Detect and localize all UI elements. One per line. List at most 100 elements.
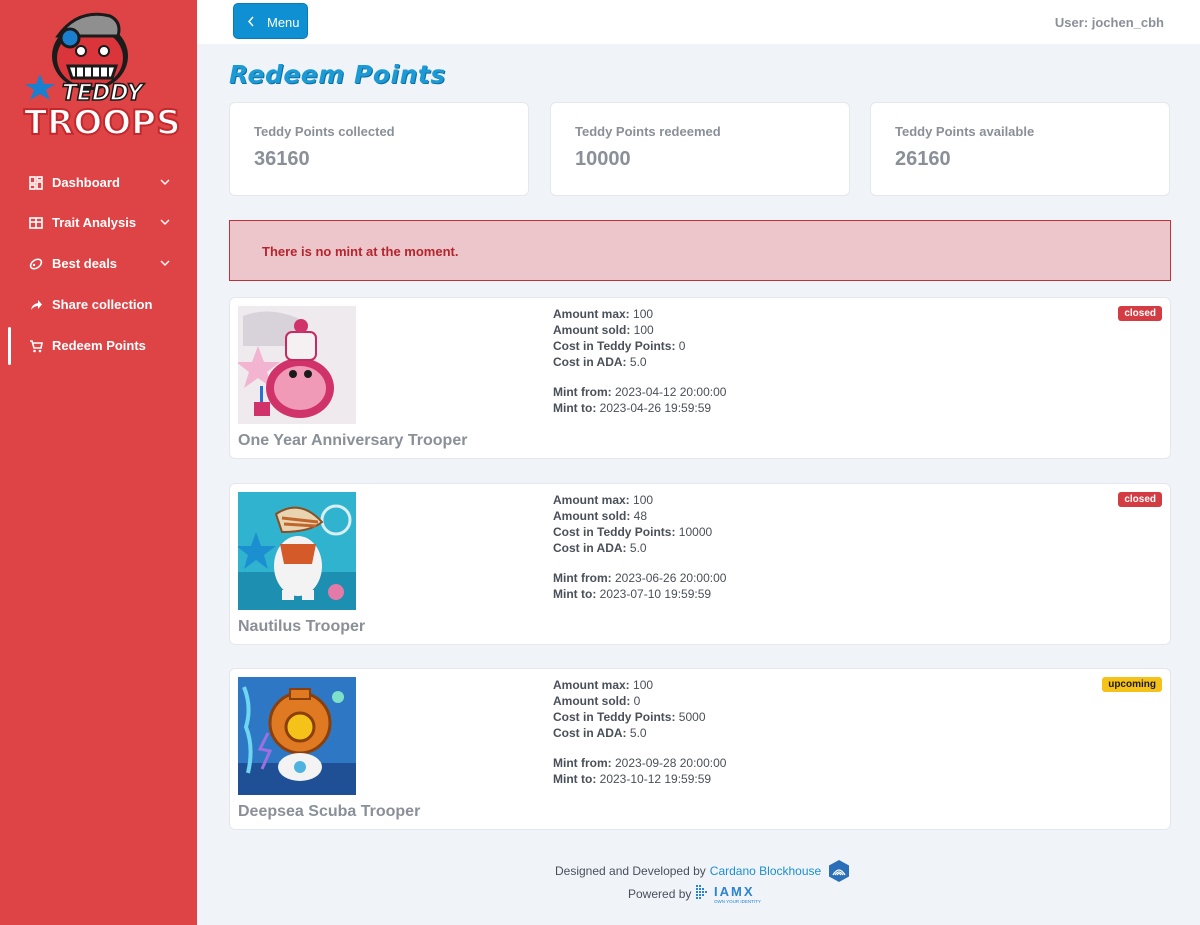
mint-details: Amount max: 100 Amount sold: 48 Cost in … (553, 492, 726, 602)
cardano-blockhouse-link[interactable]: Cardano Blockhouse (710, 864, 821, 878)
deals-icon (29, 258, 43, 270)
mint-from-label: Mint from: (553, 385, 612, 399)
footer-powered-text: Powered by (628, 887, 692, 901)
status-badge: upcoming (1102, 677, 1162, 692)
stat-card-collected: Teddy Points collected 36160 (229, 102, 529, 196)
cost-points-row: Cost in Teddy Points: 10000 (553, 524, 726, 540)
mint-card-deepsea: Deepsea Scuba Trooper Amount max: 100 Am… (229, 668, 1171, 830)
sidebar-item-dashboard[interactable]: Dashboard (0, 164, 197, 202)
mint-name: One Year Anniversary Trooper (238, 432, 468, 449)
amount-sold-label: Amount sold: (553, 694, 631, 708)
mint-details: Amount max: 100 Amount sold: 100 Cost in… (553, 306, 726, 416)
amount-max-row: Amount max: 100 (553, 306, 726, 322)
cost-ada-label: Cost in ADA: (553, 726, 627, 740)
mint-to-value: 2023-10-12 19:59:59 (599, 772, 712, 786)
mint-from-value: 2023-04-12 20:00:00 (615, 385, 727, 399)
sidebar: TEDDY TROOPS Dashboard Trait Analysis Be… (0, 0, 197, 925)
share-icon (31, 300, 42, 310)
cost-points-value: 10000 (678, 525, 713, 539)
cost-ada-row: Cost in ADA: 5.0 (553, 540, 726, 556)
status-badge: closed (1118, 306, 1162, 321)
mint-from-row: Mint from: 2023-04-12 20:00:00 (553, 384, 726, 400)
table-icon (29, 217, 43, 229)
stat-value: 36160 (254, 148, 310, 170)
stat-label: Teddy Points redeemed (575, 124, 721, 139)
amount-sold-row: Amount sold: 100 (553, 322, 726, 338)
sidebar-item-share-collection[interactable]: Share collection (0, 286, 197, 324)
mint-name: Deepsea Scuba Trooper (238, 803, 421, 820)
amount-max-row: Amount max: 100 (553, 677, 726, 693)
teddy-troops-logo[interactable]: TEDDY TROOPS (18, 6, 180, 144)
mint-from-value: 2023-09-28 20:00:00 (615, 756, 727, 770)
mint-to-label: Mint to: (553, 772, 597, 786)
mint-to-row: Mint to: 2023-10-12 19:59:59 (553, 771, 726, 787)
mint-to-row: Mint to: 2023-07-10 19:59:59 (553, 586, 726, 602)
stat-label: Teddy Points available (895, 124, 1035, 139)
amount-max-label: Amount max: (553, 307, 630, 321)
stat-card-available: Teddy Points available 26160 (870, 102, 1170, 196)
alert-text: There is no mint at the moment. (262, 244, 459, 259)
sidebar-item-label: Dashboard (52, 175, 120, 190)
sidebar-item-label: Share collection (52, 297, 153, 312)
mint-from-row: Mint from: 2023-09-28 20:00:00 (553, 755, 726, 771)
cost-points-row: Cost in Teddy Points: 5000 (553, 709, 726, 725)
amount-sold-value: 48 (633, 509, 648, 523)
cost-points-value: 0 (678, 339, 686, 353)
iamx-logo-icon[interactable]: IAMX OWN YOUR IDENTITY (696, 883, 776, 905)
mint-to-label: Mint to: (553, 587, 597, 601)
sidebar-item-redeem-points[interactable]: Redeem Points (0, 327, 197, 365)
sidebar-item-best-deals[interactable]: Best deals (0, 245, 197, 283)
amount-sold-value: 100 (633, 323, 654, 337)
mint-card-anniversary: One Year Anniversary Trooper Amount max:… (229, 297, 1171, 459)
footer-powered: Powered by IAMX OWN YOUR IDENTITY (628, 883, 776, 905)
iamx-tagline: OWN YOUR IDENTITY (714, 899, 761, 904)
amount-max-value: 100 (633, 678, 654, 692)
sidebar-item-trait-analysis[interactable]: Trait Analysis (0, 204, 197, 242)
sidebar-item-label: Redeem Points (52, 338, 146, 353)
amount-sold-label: Amount sold: (553, 509, 631, 523)
menu-button-label: Menu (267, 15, 300, 30)
chevron-down-icon[interactable] (160, 258, 170, 268)
sidebar-item-label: Best deals (52, 256, 118, 271)
mint-card-nautilus: Nautilus Trooper Amount max: 100 Amount … (229, 483, 1171, 645)
chevron-down-icon[interactable] (160, 217, 170, 227)
logo-text-bottom: TROOPS (24, 103, 180, 143)
mint-to-row: Mint to: 2023-04-26 19:59:59 (553, 400, 726, 416)
cost-points-label: Cost in Teddy Points: (553, 339, 676, 353)
cost-points-label: Cost in Teddy Points: (553, 710, 676, 724)
cost-ada-value: 5.0 (629, 541, 647, 555)
amount-max-value: 100 (633, 307, 654, 321)
trooper-image (238, 492, 356, 610)
cost-ada-row: Cost in ADA: 5.0 (553, 725, 726, 741)
mint-details: Amount max: 100 Amount sold: 0 Cost in T… (553, 677, 726, 787)
sidebar-item-label: Trait Analysis (52, 215, 137, 230)
blockhouse-logo-icon (829, 860, 850, 882)
user-info: User: jochen_cbh (1054, 15, 1164, 30)
mint-from-label: Mint from: (553, 756, 612, 770)
amount-max-label: Amount max: (553, 678, 630, 692)
footer-designed-text: Designed and Developed by (555, 864, 706, 878)
no-mint-alert: There is no mint at the moment. (229, 220, 1171, 281)
amount-max-value: 100 (633, 493, 654, 507)
menu-button[interactable]: Menu (233, 3, 308, 39)
trooper-image (238, 306, 356, 424)
chevron-down-icon[interactable] (160, 177, 170, 187)
mint-to-label: Mint to: (553, 401, 597, 415)
amount-sold-value: 0 (633, 694, 641, 708)
cost-points-row: Cost in Teddy Points: 0 (553, 338, 726, 354)
mint-from-label: Mint from: (553, 571, 612, 585)
cart-icon (30, 340, 43, 353)
cost-ada-label: Cost in ADA: (553, 541, 627, 555)
stat-value: 10000 (575, 148, 631, 170)
stat-label: Teddy Points collected (254, 124, 395, 139)
cost-points-label: Cost in Teddy Points: (553, 525, 676, 539)
topbar: Menu User: jochen_cbh (197, 0, 1200, 44)
cost-ada-label: Cost in ADA: (553, 355, 627, 369)
mint-from-row: Mint from: 2023-06-26 20:00:00 (553, 570, 726, 586)
mint-from-value: 2023-06-26 20:00:00 (615, 571, 727, 585)
page-title: Redeem Points (229, 60, 446, 89)
dashboard-icon (29, 176, 43, 190)
amount-max-label: Amount max: (553, 493, 630, 507)
mint-to-value: 2023-07-10 19:59:59 (599, 587, 712, 601)
status-badge: closed (1118, 492, 1162, 507)
